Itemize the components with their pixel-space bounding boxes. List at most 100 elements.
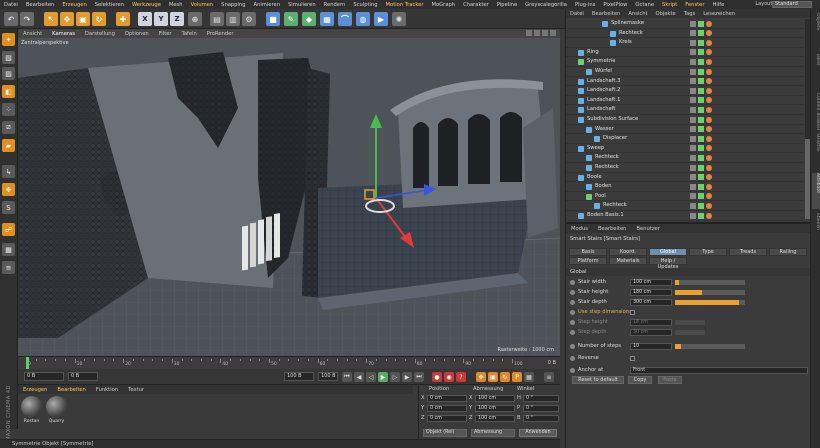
material-menu-textur[interactable]: Textur xyxy=(123,387,149,393)
param-slider[interactable] xyxy=(675,344,745,349)
object-menu-bearbeiten[interactable]: Bearbeiten xyxy=(588,11,625,17)
object-row[interactable]: Landschaft.1 xyxy=(566,96,804,106)
param-value-field[interactable]: 300 cm xyxy=(630,299,672,306)
texture-mode-icon[interactable]: ▨ xyxy=(2,67,15,80)
tab-koord-[interactable]: Koord. xyxy=(609,248,647,256)
enabled-check-icon[interactable] xyxy=(698,39,704,46)
next-key-icon[interactable]: ▶ xyxy=(402,372,412,382)
enabled-check-icon[interactable] xyxy=(698,30,704,37)
param-value-field[interactable]: 180 cm xyxy=(630,289,672,296)
layer-icon[interactable] xyxy=(690,39,696,46)
object-name[interactable]: Pool xyxy=(595,193,606,199)
viewport-menu-filter[interactable]: Filter xyxy=(154,31,177,37)
layer-icon[interactable] xyxy=(690,164,696,171)
manager-tab-attribute[interactable]: Attribute xyxy=(812,173,820,209)
object-menu-tags[interactable]: Tags xyxy=(680,11,699,17)
enabled-check-icon[interactable] xyxy=(698,106,704,113)
coord-mode-select[interactable]: Objekt (Rel) xyxy=(423,429,467,437)
layer-icon[interactable] xyxy=(690,30,696,37)
make-editable-icon[interactable]: ✦ xyxy=(2,33,15,46)
menu-volumen[interactable]: Volumen xyxy=(187,2,218,8)
next-frame-icon[interactable]: ▷ xyxy=(390,372,400,382)
axis-mode-icon[interactable]: ↳ xyxy=(2,165,15,178)
coord-size-field[interactable]: 100 cm xyxy=(475,395,515,402)
enabled-check-icon[interactable] xyxy=(698,183,704,190)
tag-icon[interactable] xyxy=(706,106,712,113)
enabled-check-icon[interactable] xyxy=(698,97,704,104)
enabled-check-icon[interactable] xyxy=(698,202,704,209)
layer-icon[interactable] xyxy=(690,126,696,133)
animate-dot-icon[interactable] xyxy=(570,320,575,325)
enabled-check-icon[interactable] xyxy=(698,212,704,219)
coord-position-field[interactable]: 0 cm xyxy=(427,395,467,402)
key-rotation-icon[interactable]: ↻ xyxy=(500,372,510,382)
object-name[interactable]: Ring xyxy=(587,49,599,55)
menu-pixelplow[interactable]: PixelPlow xyxy=(599,2,631,8)
attribute-menu-benutzer[interactable]: Benutzer xyxy=(631,226,664,232)
enabled-check-icon[interactable] xyxy=(698,87,704,94)
redo-icon[interactable]: ↷ xyxy=(20,12,34,26)
camera-icon[interactable]: ▶ xyxy=(374,12,388,26)
tag-icon[interactable] xyxy=(706,126,712,133)
object-name[interactable]: Displacer xyxy=(603,135,627,141)
goto-end-icon[interactable]: ⏭ xyxy=(414,372,424,382)
tab-materials[interactable]: Materials xyxy=(609,257,647,265)
material-swatch[interactable]: Rostan xyxy=(20,396,43,424)
object-name[interactable]: Symmetrie xyxy=(587,58,615,64)
coord-rotation-field[interactable]: 0 ° xyxy=(523,415,559,422)
enabled-check-icon[interactable] xyxy=(698,49,704,56)
paste-button[interactable]: Paste xyxy=(658,376,682,384)
viewport-menu-kameras[interactable]: Kameras xyxy=(47,31,80,37)
menu-hilfe[interactable]: Hilfe xyxy=(708,2,728,8)
layer-icon[interactable] xyxy=(690,68,696,75)
render-picture-viewer-icon[interactable]: ▥ xyxy=(226,12,240,26)
animate-dot-icon[interactable] xyxy=(570,290,575,295)
animate-dot-icon[interactable] xyxy=(570,368,575,373)
enabled-check-icon[interactable] xyxy=(698,20,704,27)
manager-tab-takes[interactable]: Takes xyxy=(812,53,820,89)
manager-tab-ebenen[interactable]: Ebenen xyxy=(812,213,820,249)
snap-icon[interactable]: S xyxy=(2,201,15,214)
layer-icon[interactable] xyxy=(690,49,696,56)
enabled-check-icon[interactable] xyxy=(698,174,704,181)
tag-icon[interactable] xyxy=(706,30,712,37)
record-icon[interactable]: ● xyxy=(432,372,442,382)
object-row[interactable]: Landschaft xyxy=(566,105,804,115)
tag-icon[interactable] xyxy=(706,193,712,200)
orbit-icon[interactable] xyxy=(542,30,548,36)
light-icon[interactable]: ✺ xyxy=(392,12,406,26)
coord-size-field[interactable]: 100 cm xyxy=(475,405,515,412)
polygons-mode-icon[interactable]: ▰ xyxy=(2,139,15,152)
menu-pipeline[interactable]: Pipeline xyxy=(493,2,521,8)
menu-fenster[interactable]: Fenster xyxy=(681,2,708,8)
current-frame-field[interactable]: 0 B xyxy=(68,372,98,381)
menu-datei[interactable]: Datei xyxy=(0,2,22,8)
object-name[interactable]: Boden xyxy=(595,183,612,189)
menu-erzeugen[interactable]: Erzeugen xyxy=(58,2,90,8)
material-menu-bearbeiten[interactable]: Bearbeiten xyxy=(52,387,91,393)
viewport-menu-optionen[interactable]: Optionen xyxy=(120,31,154,37)
viewport-menu-darstellung[interactable]: Darstellung xyxy=(80,31,120,37)
tag-icon[interactable] xyxy=(706,97,712,104)
pan-icon[interactable] xyxy=(526,30,532,36)
object-name[interactable]: Boole xyxy=(587,174,602,180)
object-row[interactable]: Rechteck xyxy=(566,153,804,163)
layer-icon[interactable] xyxy=(690,135,696,142)
prev-key-icon[interactable]: ◀ xyxy=(354,372,364,382)
animate-dot-icon[interactable] xyxy=(570,344,575,349)
material-menu-erzeugen[interactable]: Erzeugen xyxy=(18,387,52,393)
object-row[interactable]: Boole xyxy=(566,173,804,183)
object-row[interactable]: Boden xyxy=(566,182,804,192)
enabled-check-icon[interactable] xyxy=(698,68,704,75)
animate-dot-icon[interactable] xyxy=(570,356,575,361)
edges-mode-icon[interactable]: ⧄ xyxy=(2,121,15,134)
tag-icon[interactable] xyxy=(706,164,712,171)
menu-motion-tracker[interactable]: Motion Tracker xyxy=(382,2,428,8)
tag-icon[interactable] xyxy=(706,49,712,56)
bend-deformer-icon[interactable]: ⌒ xyxy=(338,12,352,26)
object-name[interactable]: Kreis xyxy=(619,39,632,45)
object-menu-lesezeichen[interactable]: Lesezeichen xyxy=(699,11,739,17)
animate-dot-icon[interactable] xyxy=(570,330,575,335)
zoom-icon[interactable] xyxy=(534,30,540,36)
object-row[interactable]: Rechteck xyxy=(566,201,804,211)
